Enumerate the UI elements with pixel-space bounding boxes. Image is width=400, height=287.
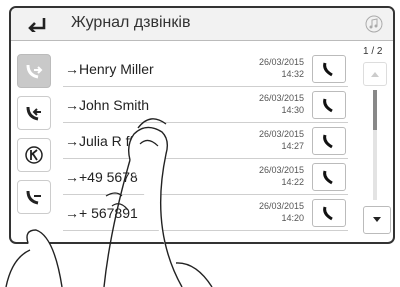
- phone-icon: [323, 170, 333, 185]
- sidebar-item-outgoing[interactable]: [17, 54, 51, 88]
- call-timestamp: 26/03/2015 14:22: [259, 164, 304, 188]
- sidebar-item-missed[interactable]: [17, 138, 51, 172]
- call-list-item[interactable]: →+49 56789 26/03/2015 14:22: [63, 160, 348, 195]
- call-time: 14:30: [281, 105, 304, 115]
- back-arrow-icon: [28, 17, 46, 32]
- page-title: Журнал дзвінків: [71, 14, 191, 31]
- music-note-icon[interactable]: [365, 15, 383, 33]
- page-indicator: 1 / 2: [363, 46, 383, 57]
- phone-icon: [323, 206, 333, 221]
- call-time: 14:27: [281, 141, 304, 151]
- call-button[interactable]: [312, 91, 346, 119]
- call-date: 26/03/2015: [258, 93, 304, 103]
- sidebar-item-all[interactable]: [17, 180, 51, 214]
- chevron-down-icon: [373, 217, 381, 222]
- call-list-item[interactable]: →Julia R ff 26/03/2015 14:27: [63, 124, 348, 159]
- call-date: 26/03/2015: [258, 165, 304, 175]
- call-timestamp: 26/03/2015 14:32: [259, 56, 304, 80]
- call-button[interactable]: [312, 163, 346, 191]
- call-list-item[interactable]: →Henry Miller 26/03/2015 14:32: [63, 52, 348, 87]
- contact-name: →+49 56789: [65, 169, 146, 185]
- contact-name: →Henry Miller: [65, 61, 154, 77]
- chevron-up-icon: [371, 72, 379, 77]
- back-button[interactable]: [15, 10, 59, 37]
- call-time: 14:32: [281, 69, 304, 79]
- contact-name: →+ 567891: [65, 205, 138, 221]
- call-log-screen: Журнал дзвінків →Henry Miller 26/03/2015…: [9, 6, 395, 244]
- call-time: 14:20: [281, 213, 304, 223]
- scrollbar-thumb[interactable]: [373, 90, 377, 130]
- header-bar: Журнал дзвінків: [11, 8, 393, 41]
- call-list-item[interactable]: →John Smith 26/03/2015 14:30: [63, 88, 348, 123]
- outgoing-calls-icon: [26, 64, 43, 79]
- missed-calls-icon: [25, 146, 43, 164]
- call-type-sidebar: [17, 46, 53, 238]
- call-timestamp: 26/03/2015 14:30: [259, 92, 304, 116]
- scroll-up-button[interactable]: [363, 62, 387, 86]
- call-timestamp: 26/03/2015 14:27: [259, 128, 304, 152]
- scrollbar-track[interactable]: [373, 90, 377, 200]
- call-date: 26/03/2015: [258, 57, 304, 67]
- call-time: 14:22: [281, 177, 304, 187]
- all-calls-icon: [26, 190, 41, 205]
- sidebar-item-incoming[interactable]: [17, 96, 51, 130]
- contact-name: →John Smith: [65, 97, 150, 113]
- phone-icon: [323, 98, 333, 113]
- call-list-item[interactable]: →+ 567891 26/03/2015 14:20: [63, 196, 348, 231]
- call-button[interactable]: [312, 55, 346, 83]
- incoming-calls-icon: [26, 106, 41, 121]
- call-timestamp: 26/03/2015 14:20: [259, 200, 304, 224]
- call-date: 26/03/2015: [258, 129, 304, 139]
- call-date: 26/03/2015: [258, 201, 304, 211]
- phone-icon: [323, 134, 333, 149]
- scroll-down-button[interactable]: [363, 206, 391, 234]
- call-button[interactable]: [312, 127, 346, 155]
- contact-name: →Julia R ff: [65, 133, 134, 149]
- call-button[interactable]: [312, 199, 346, 227]
- phone-icon: [323, 62, 333, 77]
